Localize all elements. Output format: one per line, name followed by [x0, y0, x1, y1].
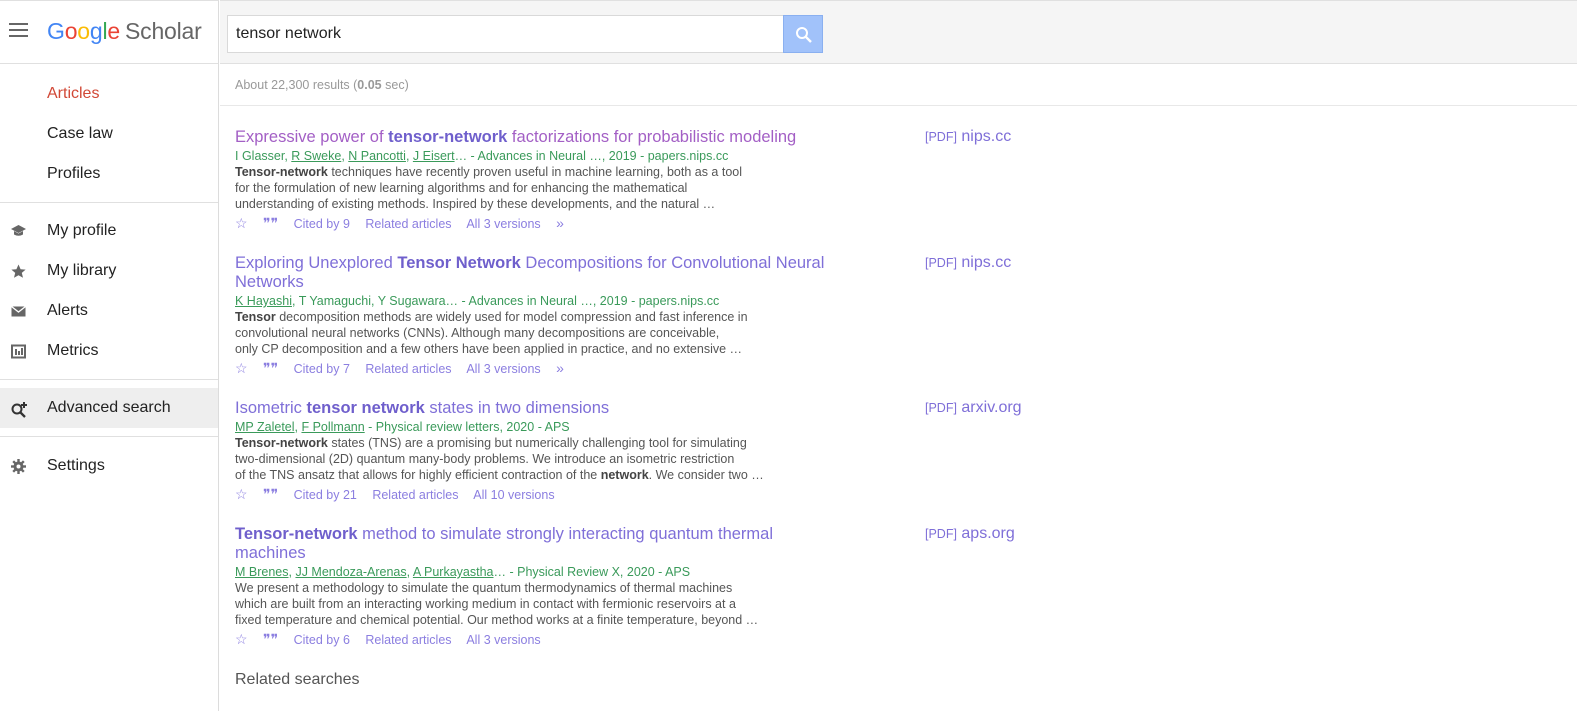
- versions-link[interactable]: All 3 versions: [466, 362, 540, 376]
- result-snippet: Tensor-network techniques have recently …: [235, 165, 743, 211]
- cite-quote-icon[interactable]: ❞❞: [263, 360, 278, 376]
- sidebar-item-metrics[interactable]: Metrics: [0, 331, 218, 371]
- versions-link[interactable]: All 3 versions: [466, 217, 540, 231]
- result-authors: K Hayashi, T Yamaguchi, Y Sugawara… - Ad…: [235, 294, 720, 308]
- related-searches-heading: Related searches: [235, 671, 360, 688]
- result-actions: ☆ ❞❞ Cited by 6 Related articles All 3 v…: [235, 631, 1035, 647]
- author-link[interactable]: R Sweke: [291, 149, 341, 163]
- sidebar: Google Scholar Articles Case law Profiles…: [0, 0, 219, 711]
- graduation-cap-icon: [10, 223, 27, 240]
- sidebar-item-label: My profile: [47, 222, 117, 239]
- results-count: About 22,300 results (0.05 sec): [235, 78, 409, 92]
- author-link[interactable]: A Purkayastha: [413, 565, 494, 579]
- author-link[interactable]: K Hayashi: [235, 294, 292, 308]
- author-link[interactable]: MP Zaletel: [235, 420, 295, 434]
- sidebar-item-label: Alerts: [47, 302, 88, 319]
- pdf-link[interactable]: [PDF] nips.cc: [925, 254, 1011, 272]
- related-articles-link[interactable]: Related articles: [365, 362, 451, 376]
- pdf-link[interactable]: [PDF] nips.cc: [925, 128, 1011, 146]
- result-title-link[interactable]: Expressive power of tensor-network facto…: [235, 128, 845, 147]
- pdf-link[interactable]: [PDF] arxiv.org: [925, 399, 1022, 417]
- result-title-link[interactable]: Exploring Unexplored Tensor Network Deco…: [235, 254, 845, 292]
- search-icon: [796, 27, 812, 43]
- more-chevron-icon[interactable]: »: [556, 215, 564, 231]
- author-link[interactable]: J Eisert: [413, 149, 455, 163]
- result-item: Tensor-network method to simulate strong…: [235, 525, 1035, 647]
- related-articles-link[interactable]: Related articles: [365, 217, 451, 231]
- result-snippet: We present a methodology to simulate the…: [235, 581, 759, 627]
- cite-quote-icon[interactable]: ❞❞: [263, 215, 278, 231]
- result-title-link[interactable]: Isometric tensor network states in two d…: [235, 399, 845, 418]
- save-star-icon[interactable]: ☆: [235, 486, 248, 502]
- cited-by-link[interactable]: Cited by 9: [294, 217, 350, 231]
- advanced-search-icon: [10, 400, 27, 418]
- sidebar-item-case-law[interactable]: Case law: [0, 114, 218, 154]
- sidebar-item-label: Metrics: [47, 342, 99, 359]
- cite-quote-icon[interactable]: ❞❞: [263, 486, 278, 502]
- sidebar-item-label: Articles: [47, 85, 100, 102]
- brand-bar: Google Scholar: [0, 1, 218, 64]
- result-actions: ☆ ❞❞ Cited by 7 Related articles All 3 v…: [235, 360, 1035, 376]
- result-snippet: Tensor decomposition methods are widely …: [235, 310, 748, 356]
- gear-icon: [10, 458, 27, 475]
- nav-group-sources: Articles Case law Profiles: [0, 64, 218, 203]
- sidebar-item-my-library[interactable]: My library: [0, 251, 218, 291]
- versions-link[interactable]: All 10 versions: [473, 488, 554, 502]
- search-input[interactable]: [227, 15, 784, 53]
- cite-quote-icon[interactable]: ❞❞: [263, 631, 278, 647]
- result-item: Exploring Unexplored Tensor Network Deco…: [235, 254, 1035, 376]
- pdf-link[interactable]: [PDF] aps.org: [925, 525, 1015, 543]
- result-authors: MP Zaletel, F Pollmann - Physical review…: [235, 420, 570, 434]
- versions-link[interactable]: All 3 versions: [466, 633, 540, 647]
- save-star-icon[interactable]: ☆: [235, 631, 248, 647]
- result-title-link[interactable]: Tensor-network method to simulate strong…: [235, 525, 845, 563]
- result-authors: M Brenes, JJ Mendoza-Arenas, A Purkayast…: [235, 565, 691, 579]
- google-scholar-logo[interactable]: Google Scholar: [47, 18, 202, 45]
- more-chevron-icon[interactable]: »: [556, 360, 564, 376]
- nav-group-settings: Settings: [0, 437, 218, 486]
- related-articles-link[interactable]: Related articles: [372, 488, 458, 502]
- sidebar-item-my-profile[interactable]: My profile: [0, 211, 218, 251]
- author-link[interactable]: JJ Mendoza-Arenas: [295, 565, 406, 579]
- metrics-icon: [10, 343, 27, 360]
- sidebar-item-label: My library: [47, 262, 117, 279]
- search-button[interactable]: [783, 15, 823, 53]
- sidebar-item-settings[interactable]: Settings: [0, 446, 218, 486]
- author-link[interactable]: F Pollmann: [301, 420, 364, 434]
- sidebar-item-label: Advanced search: [47, 399, 171, 416]
- cited-by-link[interactable]: Cited by 21: [294, 488, 357, 502]
- save-star-icon[interactable]: ☆: [235, 360, 248, 376]
- author-link[interactable]: M Brenes: [235, 565, 289, 579]
- save-star-icon[interactable]: ☆: [235, 215, 248, 231]
- star-icon: [10, 263, 27, 280]
- result-item: Isometric tensor network states in two d…: [235, 399, 1035, 502]
- result-item: Expressive power of tensor-network facto…: [235, 128, 1035, 231]
- nav-group-advanced: Advanced search: [0, 388, 218, 437]
- sidebar-item-profiles[interactable]: Profiles: [0, 154, 218, 194]
- result-snippet: Tensor-network states (TNS) are a promis…: [235, 436, 764, 482]
- sidebar-item-alerts[interactable]: Alerts: [0, 291, 218, 331]
- results-stats-bar: About 22,300 results (0.05 sec): [220, 65, 1577, 106]
- envelope-icon: [10, 303, 27, 320]
- author-link[interactable]: N Pancotti: [348, 149, 406, 163]
- sidebar-item-label: Profiles: [47, 165, 101, 182]
- sidebar-item-label: Settings: [47, 457, 105, 474]
- search-header: [220, 0, 1577, 64]
- result-actions: ☆ ❞❞ Cited by 21 Related articles All 10…: [235, 486, 1035, 502]
- cited-by-link[interactable]: Cited by 6: [294, 633, 350, 647]
- related-articles-link[interactable]: Related articles: [365, 633, 451, 647]
- menu-icon[interactable]: [9, 23, 30, 41]
- sidebar-item-label: Case law: [47, 125, 113, 142]
- cited-by-link[interactable]: Cited by 7: [294, 362, 350, 376]
- result-authors: I Glasser, R Sweke, N Pancotti, J Eisert…: [235, 149, 729, 163]
- sidebar-item-advanced-search[interactable]: Advanced search: [0, 388, 218, 428]
- result-actions: ☆ ❞❞ Cited by 9 Related articles All 3 v…: [235, 215, 1035, 231]
- nav-group-personal: My profile My library Alerts Metrics: [0, 203, 218, 380]
- sidebar-item-articles[interactable]: Articles: [0, 74, 218, 114]
